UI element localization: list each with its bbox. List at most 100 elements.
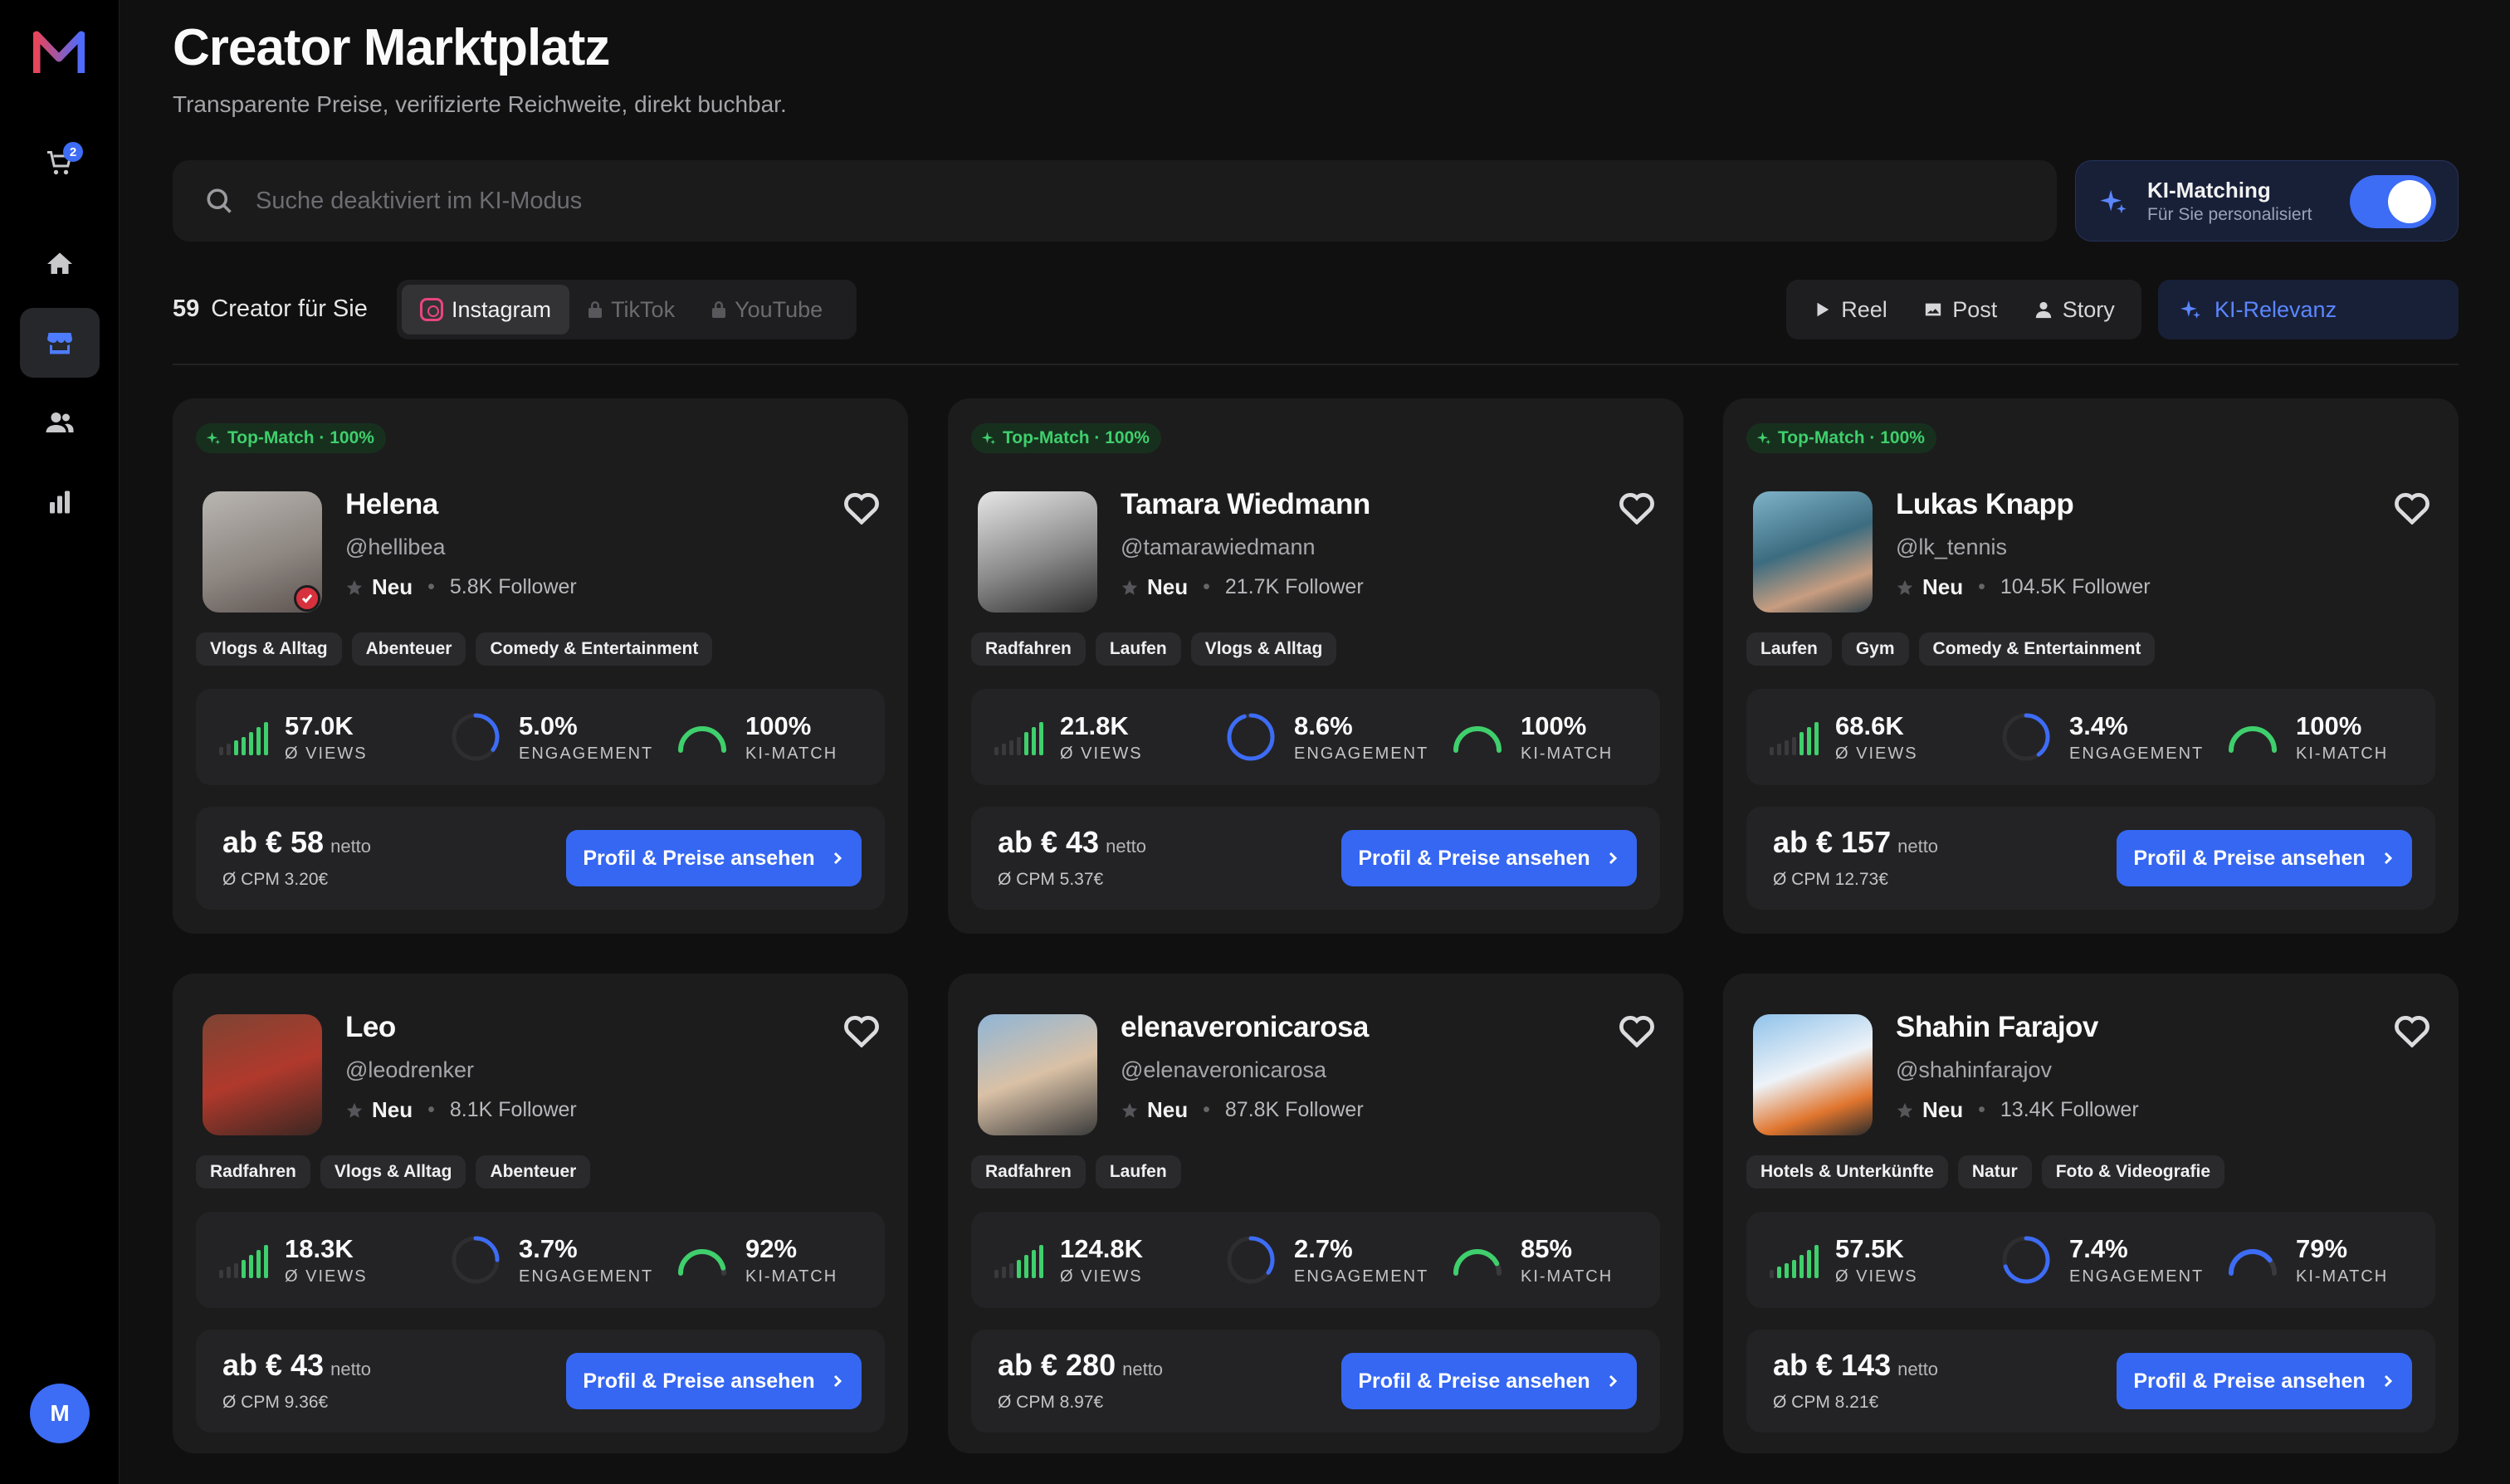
- sparkle-icon: [2180, 300, 2200, 319]
- category-tag[interactable]: Vlogs & Alltag: [1190, 632, 1337, 666]
- stats-panel: 18.3K Ø VIEWS 3.7% ENGAGEMENT 92% KI-MAT…: [196, 1212, 885, 1308]
- search-input[interactable]: [256, 187, 1833, 215]
- view-profile-label: Profil & Preise ansehen: [583, 1369, 815, 1393]
- view-profile-button[interactable]: Profil & Preise ansehen: [2117, 1353, 2412, 1409]
- creator-avatar[interactable]: [203, 1014, 322, 1135]
- creator-avatar[interactable]: [1753, 491, 1873, 613]
- view-profile-button[interactable]: Profil & Preise ansehen: [566, 830, 862, 886]
- category-tag[interactable]: Radfahren: [971, 1155, 1086, 1189]
- cpm-value: Ø CPM 8.21€: [1773, 1393, 1879, 1412]
- creator-card[interactable]: Leo @leodrenker Neu • 8.1K Follower Radf…: [173, 974, 908, 1453]
- creator-avatar[interactable]: [978, 1014, 1097, 1135]
- view-profile-button[interactable]: Profil & Preise ansehen: [2117, 830, 2412, 886]
- creator-card[interactable]: Top-Match · 100% Lukas Knapp @lk_tennis N…: [1723, 398, 2459, 934]
- creator-card[interactable]: Top-Match · 100% Tamara Wiedmann @tamaraw…: [948, 398, 1683, 934]
- creator-name[interactable]: Shahin Farajov: [1896, 1011, 2098, 1044]
- sidebar-item-marketplace[interactable]: [20, 308, 100, 378]
- category-tag[interactable]: Hotels & Unterkünfte: [1746, 1155, 1948, 1189]
- creator-name[interactable]: Leo: [345, 1011, 396, 1044]
- creator-name[interactable]: Tamara Wiedmann: [1121, 488, 1370, 521]
- top-match-badge: Top-Match · 100%: [1746, 423, 1936, 453]
- stats-panel: 68.6K Ø VIEWS 3.4% ENGAGEMENT 100% KI-MA…: [1746, 689, 2435, 785]
- engagement-value: 8.6%: [1294, 710, 1353, 740]
- creator-avatar[interactable]: [1753, 1014, 1873, 1135]
- category-tag[interactable]: Vlogs & Alltag: [320, 1155, 466, 1189]
- favorite-heart-icon[interactable]: [1619, 1014, 1655, 1047]
- creator-handle: @hellibea: [345, 535, 446, 559]
- category-tag[interactable]: Comedy & Entertainment: [476, 632, 713, 666]
- creator-card[interactable]: Top-Match · 100% Helena @hellibea Neu • …: [173, 398, 908, 934]
- category-tag[interactable]: Abenteuer: [476, 1155, 591, 1189]
- category-tag[interactable]: Laufen: [1095, 1155, 1181, 1189]
- tab-youtube[interactable]: YouTube: [693, 285, 841, 334]
- views-bars-icon: [219, 719, 268, 755]
- sidebar-item-creators[interactable]: [20, 388, 100, 457]
- ki-matching-toggle[interactable]: [2350, 175, 2436, 228]
- view-profile-label: Profil & Preise ansehen: [1358, 846, 1590, 870]
- stat-ki-match: 100% KI-MATCH: [676, 689, 837, 785]
- ki-match-value: 85%: [1521, 1233, 1573, 1263]
- user-avatar[interactable]: M: [30, 1384, 90, 1443]
- category-tag[interactable]: Natur: [1957, 1155, 2032, 1189]
- creator-name[interactable]: Helena: [345, 488, 438, 521]
- category-tag[interactable]: Abenteuer: [351, 632, 466, 666]
- views-value: 68.6K: [1835, 710, 1904, 740]
- tab-instagram[interactable]: Instagram: [402, 285, 570, 334]
- platform-filter: Instagram TikTok YouTube: [397, 280, 857, 339]
- category-tag[interactable]: Radfahren: [971, 632, 1086, 666]
- favorite-heart-icon[interactable]: [1619, 491, 1655, 525]
- category-tag[interactable]: Laufen: [1095, 632, 1181, 666]
- divider: [173, 364, 2459, 365]
- view-profile-button[interactable]: Profil & Preise ansehen: [1341, 1353, 1637, 1409]
- tab-tiktok[interactable]: TikTok: [569, 285, 693, 334]
- view-profile-button[interactable]: Profil & Preise ansehen: [1341, 830, 1637, 886]
- views-label: Ø VIEWS: [1060, 744, 1143, 763]
- category-tag[interactable]: Laufen: [1746, 632, 1832, 666]
- category-tag[interactable]: Radfahren: [196, 1155, 310, 1189]
- creator-card[interactable]: Shahin Farajov @shahinfarajov Neu • 13.4…: [1723, 974, 2459, 1453]
- top-match-badge: Top-Match · 100%: [196, 423, 386, 453]
- view-profile-button[interactable]: Profil & Preise ansehen: [566, 1353, 862, 1409]
- category-tag[interactable]: Gym: [1841, 632, 1909, 666]
- favorite-heart-icon[interactable]: [843, 491, 880, 525]
- chevron-right-icon: [833, 852, 842, 865]
- page-subtitle: Transparente Preise, verifizierte Reichw…: [173, 91, 787, 117]
- category-tag[interactable]: Comedy & Entertainment: [1918, 632, 2156, 666]
- app-logo[interactable]: [33, 30, 85, 75]
- engagement-ring: [452, 713, 500, 761]
- favorite-heart-icon[interactable]: [2394, 491, 2430, 525]
- format-post[interactable]: Post: [1924, 297, 1997, 323]
- cart-button[interactable]: 2: [20, 129, 100, 198]
- format-story[interactable]: Story: [2034, 297, 2115, 323]
- sidebar-item-analytics[interactable]: [20, 467, 100, 537]
- creator-name[interactable]: Lukas Knapp: [1896, 488, 2074, 521]
- format-reel[interactable]: Reel: [1813, 297, 1887, 323]
- creator-handle: @tamarawiedmann: [1121, 535, 1316, 559]
- price-netto: netto: [1897, 836, 1939, 857]
- favorite-heart-icon[interactable]: [2394, 1014, 2430, 1047]
- ki-match-gauge: [678, 1249, 726, 1276]
- stat-views: 57.0K Ø VIEWS: [219, 689, 368, 785]
- sparkle-icon: [2100, 189, 2127, 214]
- creator-card[interactable]: elenaveronicarosa @elenaveronicarosa Neu…: [948, 974, 1683, 1453]
- tag-list: Laufen Gym Comedy & Entertainment: [1746, 632, 2156, 666]
- sort-ki-relevanz[interactable]: KI-Relevanz: [2158, 280, 2459, 339]
- favorite-heart-icon[interactable]: [843, 1014, 880, 1047]
- ki-match-label: KI-MATCH: [1521, 1267, 1614, 1286]
- creator-avatar[interactable]: [978, 491, 1097, 613]
- views-label: Ø VIEWS: [1835, 1267, 1918, 1286]
- search-bar[interactable]: [173, 160, 2057, 242]
- sidebar-item-home[interactable]: [20, 229, 100, 299]
- engagement-label: ENGAGEMENT: [2069, 1267, 2205, 1286]
- follower-count: 21.7K Follower: [1224, 575, 1364, 598]
- category-tag[interactable]: Foto & Videografie: [2041, 1155, 2224, 1189]
- creator-name[interactable]: elenaveronicarosa: [1121, 1011, 1369, 1044]
- tag-list: Hotels & Unterkünfte Natur Foto & Videogra…: [1746, 1155, 2224, 1189]
- separator-dot: •: [1203, 1098, 1210, 1121]
- category-tag[interactable]: Vlogs & Alltag: [196, 632, 342, 666]
- tab-youtube-label: YouTube: [735, 296, 823, 322]
- top-match-badge: Top-Match · 100%: [971, 423, 1161, 453]
- format-filter: Reel Post Story: [1786, 280, 2141, 339]
- star-icon: [346, 579, 363, 595]
- ki-match-value: 79%: [2296, 1233, 2348, 1263]
